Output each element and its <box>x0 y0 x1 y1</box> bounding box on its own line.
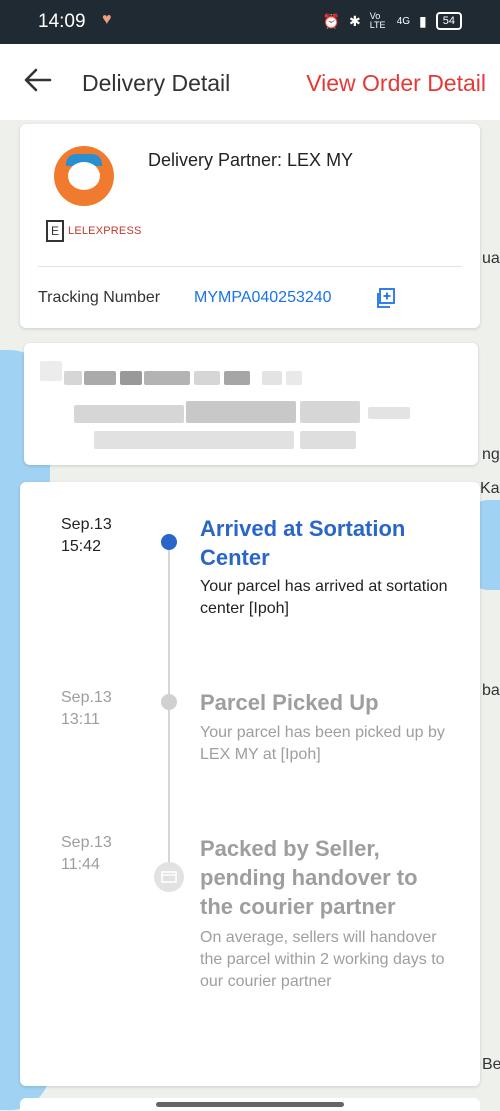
alarm-icon: ⏰ <box>322 12 340 29</box>
copy-icon[interactable] <box>374 287 396 309</box>
timeline-event-desc: On average, sellers will handover the pa… <box>200 929 445 990</box>
timeline-event-desc: Your parcel has been picked up by LEX MY… <box>200 724 445 763</box>
redacted-block <box>224 371 250 385</box>
back-arrow-icon[interactable] <box>22 64 54 96</box>
signal-icon: ▮ <box>419 12 427 29</box>
map-label: Be <box>482 1056 500 1073</box>
divider <box>38 266 462 267</box>
redacted-block <box>300 401 360 423</box>
bluetooth-icon: ✱ <box>348 12 361 29</box>
partner-logo <box>54 146 114 206</box>
status-bar: 14:09 ♥ ⏰ ✱ Vo LTE 4G ▮ 54 <box>0 0 500 44</box>
tracking-timeline-card: Sep.13 15:42 Arrived at Sortation Center… <box>20 482 480 1086</box>
lel-express-logo: E LELEXPRESS <box>46 220 142 242</box>
tracking-number-value[interactable]: MYMPA040253240 <box>194 289 332 307</box>
heart-icon: ♥ <box>102 11 112 28</box>
redacted-block <box>64 371 82 385</box>
partner-name: Delivery Partner: LEX MY <box>148 150 354 170</box>
redacted-block <box>144 371 190 385</box>
redacted-block <box>120 371 142 385</box>
signal-label: 4G <box>396 15 411 27</box>
timeline-dot <box>161 694 177 710</box>
status-icons: ⏰ ✱ Vo LTE 4G ▮ 54 <box>323 12 462 30</box>
timeline-date: Sep.13 15:42 <box>61 516 112 555</box>
map-label: ba <box>482 682 500 699</box>
delivery-partner-card: E LELEXPRESS Delivery Partner: LEX MY Tr… <box>20 124 480 328</box>
map-label: uala <box>482 250 500 267</box>
redacted-block <box>300 431 356 449</box>
timeline-dot-active <box>161 534 177 550</box>
redacted-block <box>186 401 296 423</box>
page-title: Delivery Detail <box>82 70 231 96</box>
map-label: Ka <box>480 480 500 497</box>
battery-icon: 54 <box>435 12 462 30</box>
redacted-block <box>74 405 184 423</box>
redacted-block <box>84 371 116 385</box>
delivery-address-card <box>24 343 478 465</box>
timeline-date: Sep.13 13:11 <box>61 689 112 728</box>
package-box-icon <box>154 862 184 892</box>
status-time: 14:09 <box>38 11 86 32</box>
timeline-event-title: Arrived at Sortation Center <box>200 516 406 570</box>
redacted-block <box>368 407 410 419</box>
redacted-block <box>194 371 220 385</box>
home-indicator[interactable] <box>156 1102 344 1107</box>
timeline-date: Sep.13 11:44 <box>61 834 112 873</box>
timeline-event-desc: Your parcel has arrived at sortation cen… <box>200 578 448 617</box>
tracking-number-label: Tracking Number <box>38 289 161 306</box>
redacted-block <box>40 361 62 381</box>
volte-label: Vo LTE <box>369 11 386 30</box>
app-header: Delivery Detail View Order Detail <box>0 44 500 120</box>
redacted-block <box>286 371 302 385</box>
view-order-detail-link[interactable]: View Order Detail <box>306 70 486 97</box>
map-label: ng <box>482 446 500 463</box>
timeline-event-title: Parcel Picked Up <box>200 690 379 715</box>
redacted-block <box>94 431 294 449</box>
redacted-block <box>262 371 282 385</box>
timeline-event-title: Packed by Seller, pending handover to th… <box>200 836 418 919</box>
